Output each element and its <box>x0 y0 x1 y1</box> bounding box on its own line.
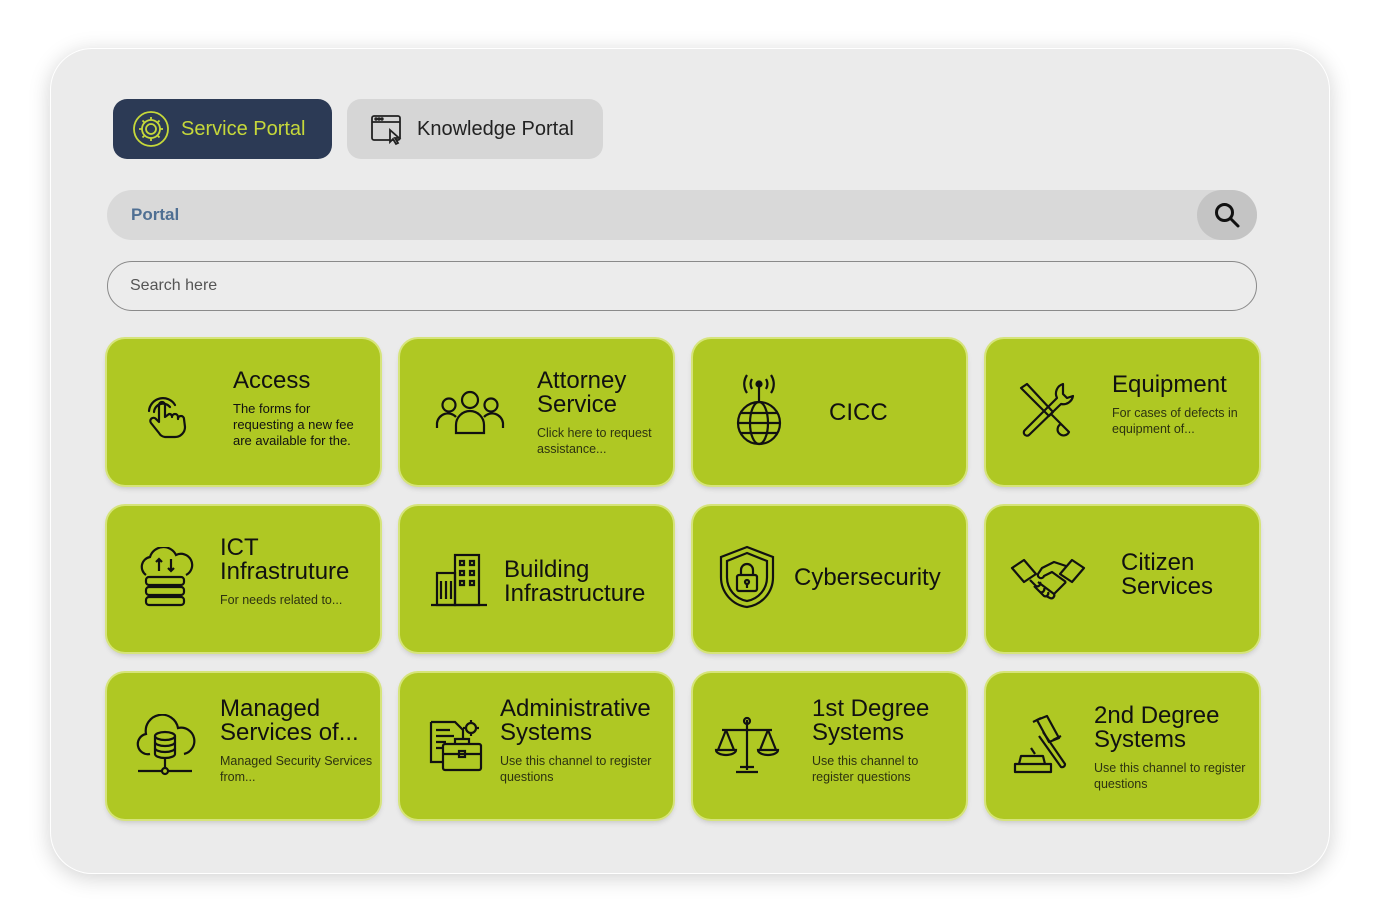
card-title: Access <box>233 367 311 394</box>
briefcase-docs-icon <box>420 709 496 785</box>
cloud-server-icon <box>127 542 203 618</box>
card-citizen-services[interactable]: Citizen Services <box>986 506 1259 652</box>
card-description: For cases of defects in equipment of... <box>1112 406 1238 436</box>
card-ict-infrastructure[interactable]: ICT Infrastruture For needs related to..… <box>107 506 380 652</box>
card-title: Attorney Service <box>537 367 627 418</box>
card-description: The forms for requesting a new fee are a… <box>233 401 354 448</box>
search-button[interactable] <box>1197 190 1257 240</box>
card-managed-services[interactable]: Managed Services of... Managed Security … <box>107 673 380 819</box>
tab-label: Knowledge Portal <box>417 117 574 140</box>
handshake-icon <box>1010 540 1086 616</box>
card-description: Managed Security Services from... <box>220 754 373 784</box>
tab-knowledge-portal[interactable]: Knowledge Portal <box>347 99 603 159</box>
gavel-icon <box>1006 707 1082 783</box>
scales-icon <box>709 707 785 783</box>
tab-service-portal[interactable]: Service Portal <box>113 99 332 159</box>
card-cicc[interactable]: CICC <box>693 339 966 485</box>
browser-cursor-icon <box>367 109 407 149</box>
card-title: 1st Degree Systems <box>812 695 930 746</box>
card-access[interactable]: Access The forms for requesting a new fe… <box>107 339 380 485</box>
portal-bar: Portal <box>107 190 1257 240</box>
search-icon <box>1213 201 1241 229</box>
card-description: Use this channel to register questions <box>500 754 652 784</box>
card-title: ICT Infrastruture <box>220 534 350 585</box>
card-title: Building Infrastructure <box>504 556 646 607</box>
building-icon <box>422 540 498 616</box>
card-title: 2nd Degree Systems <box>1094 702 1220 753</box>
globe-antenna-icon <box>721 373 797 449</box>
card-title: Equipment <box>1112 371 1227 398</box>
card-description: Use this channel to register questions <box>812 754 919 784</box>
touch-hand-icon <box>129 375 205 451</box>
card-1st-degree-systems[interactable]: 1st Degree Systems Use this channel to r… <box>693 673 966 819</box>
card-title: Administrative Systems <box>500 695 651 746</box>
card-title: Cybersecurity <box>794 564 941 591</box>
card-description: For needs related to... <box>220 593 343 607</box>
card-building-infrastructure[interactable]: Building Infrastructure <box>400 506 673 652</box>
card-attorney-service[interactable]: Attorney Service Click here to request a… <box>400 339 673 485</box>
card-cybersecurity[interactable]: Cybersecurity <box>693 506 966 652</box>
card-title: Managed Services of... <box>220 695 359 746</box>
card-title: Citizen Services <box>1121 549 1214 600</box>
search-input[interactable] <box>107 261 1257 311</box>
tab-label: Service Portal <box>181 117 306 140</box>
card-equipment[interactable]: Equipment For cases of defects in equipm… <box>986 339 1259 485</box>
gear-icon <box>131 109 171 149</box>
tools-icon <box>1008 373 1084 449</box>
cloud-database-icon <box>127 709 203 785</box>
card-description: Use this channel to register questions <box>1094 761 1246 791</box>
card-title: CICC <box>829 399 888 426</box>
card-administrative-systems[interactable]: Administrative Systems Use this channel … <box>400 673 673 819</box>
people-group-icon <box>432 375 508 451</box>
portal-bar-label: Portal <box>131 205 180 224</box>
card-2nd-degree-systems[interactable]: 2nd Degree Systems Use this channel to r… <box>986 673 1259 819</box>
card-description: Click here to request assistance... <box>537 426 652 456</box>
shield-lock-icon <box>709 540 785 616</box>
